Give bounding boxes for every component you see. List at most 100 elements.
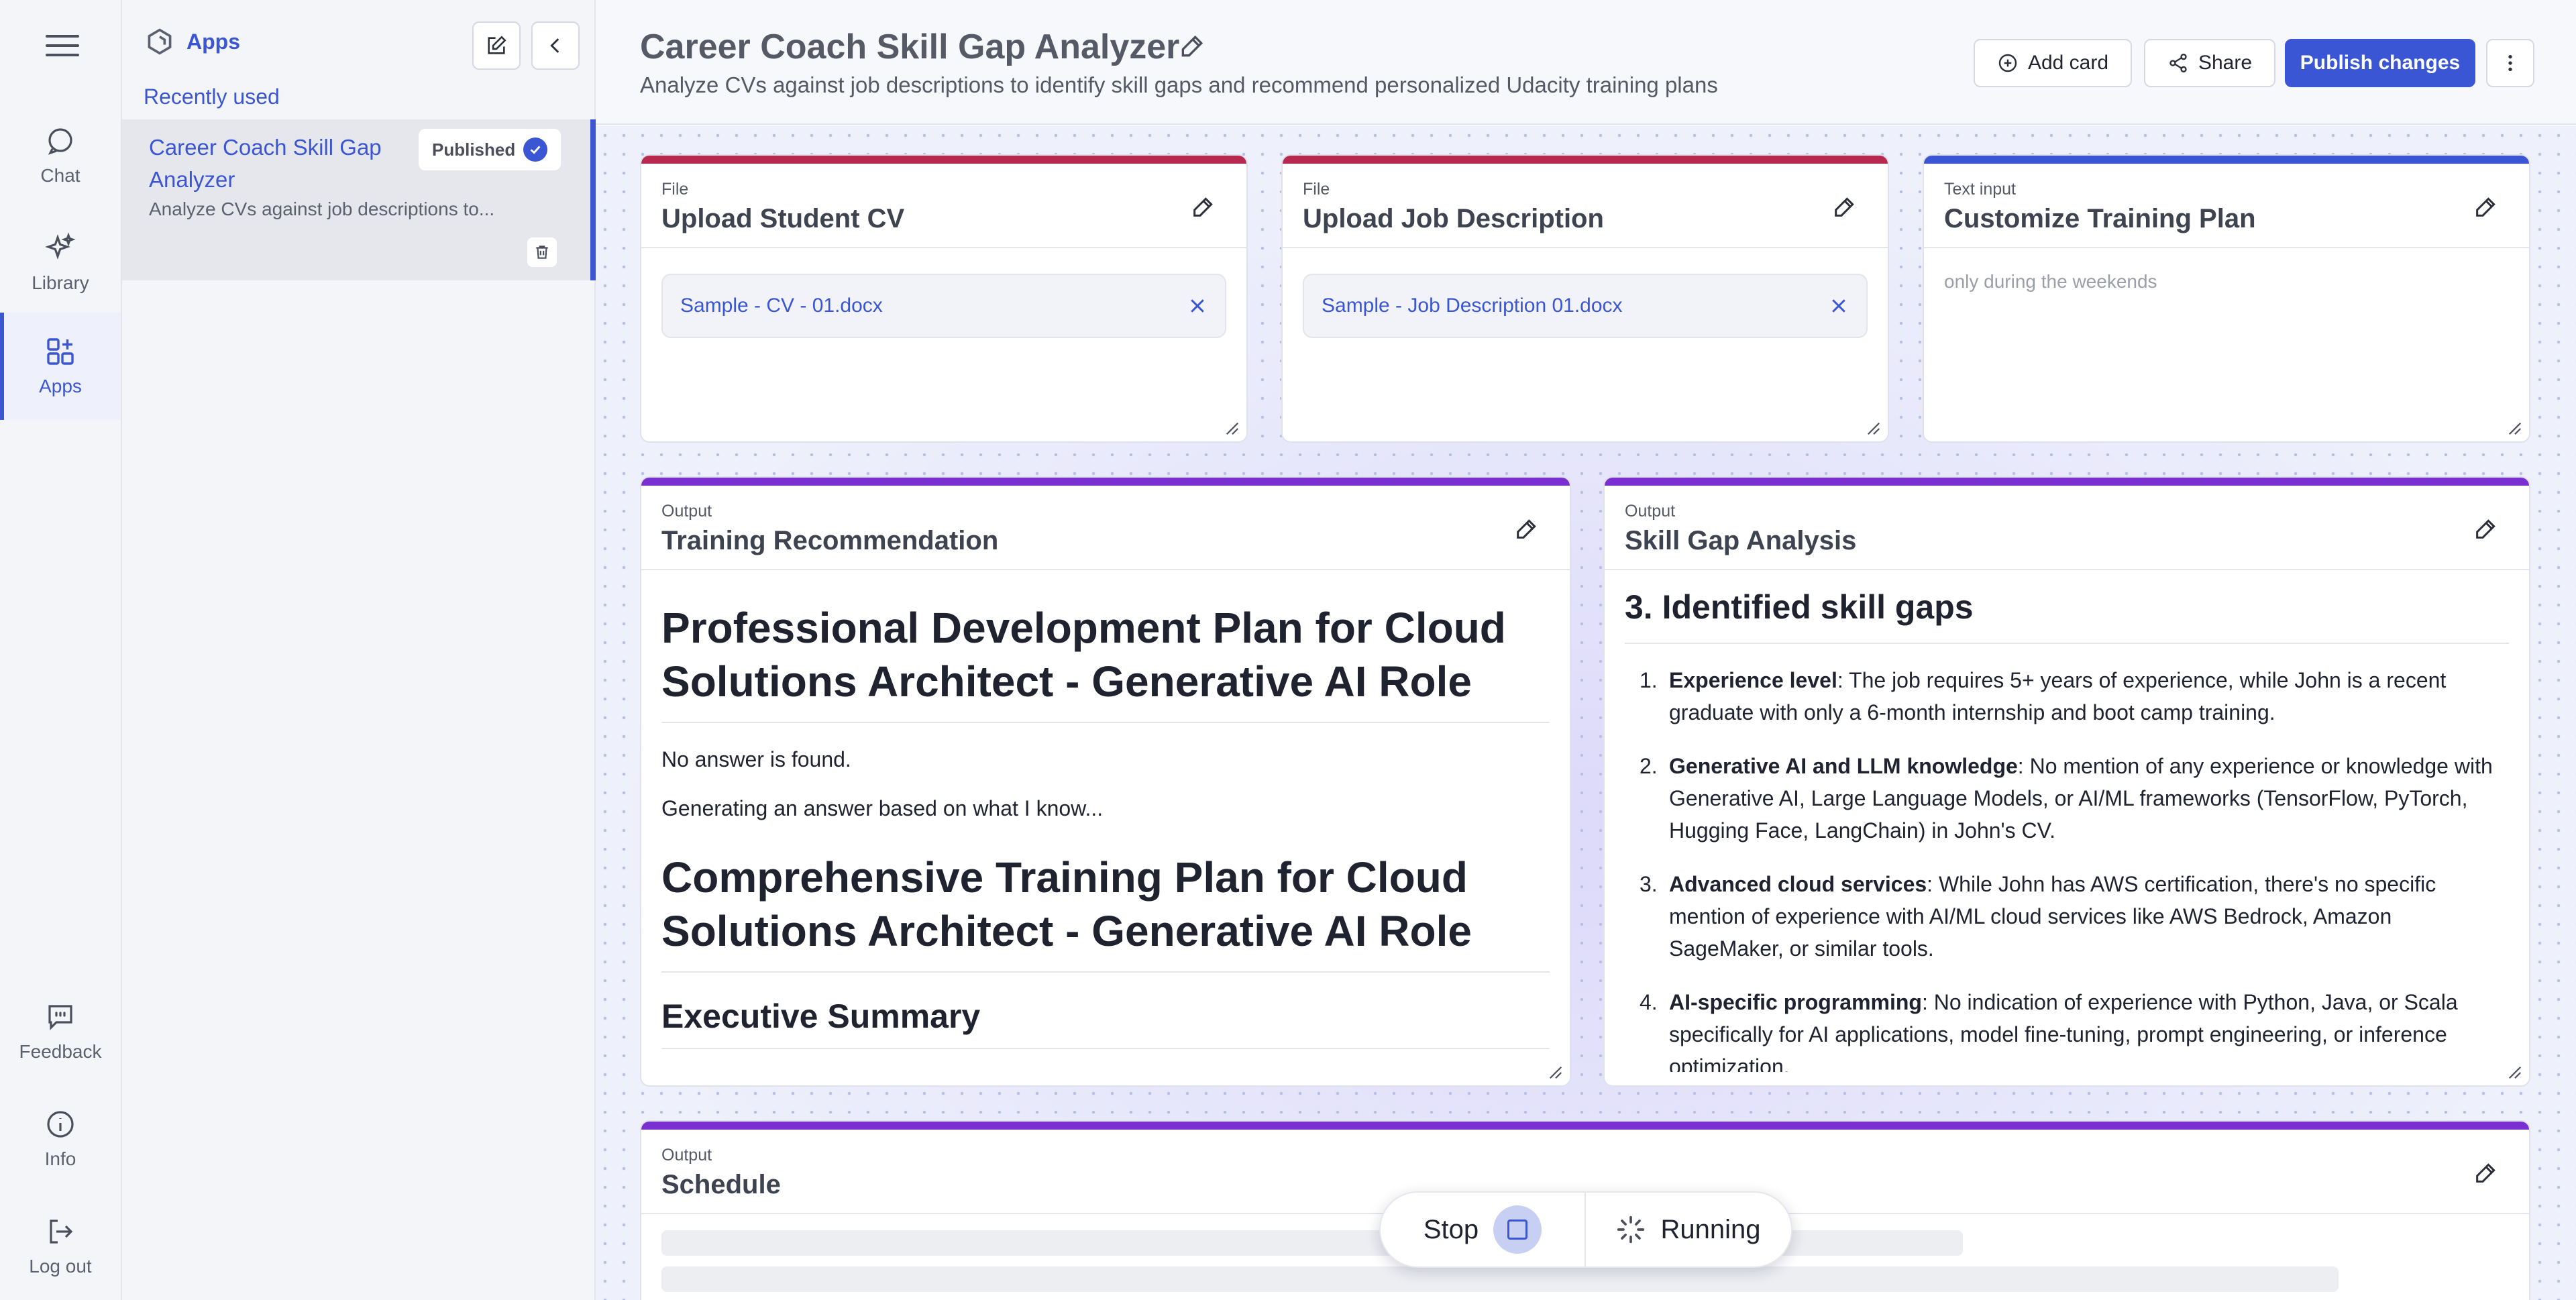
- resize-handle-icon[interactable]: [1866, 421, 1881, 436]
- card-type-label: File: [661, 180, 689, 199]
- edit-card-icon[interactable]: [1831, 193, 1858, 220]
- output-subheading: 3. Identified skill gaps: [1625, 588, 2509, 644]
- card-title: Schedule: [661, 1170, 781, 1199]
- page-title: Career Coach Skill Gap Analyzer: [640, 28, 1180, 66]
- share-label: Share: [2198, 52, 2253, 74]
- list-item: 3. Advanced cloud services: While John ha…: [1625, 868, 2509, 965]
- rail-item-label: Log out: [29, 1256, 92, 1277]
- rail-item-apps[interactable]: Apps: [0, 313, 121, 420]
- customize-training-plan-card: Text input Customize Training Plan only …: [1923, 154, 2530, 443]
- edit-card-icon[interactable]: [2473, 515, 2500, 542]
- add-card-label: Add card: [2027, 52, 2109, 74]
- rail-item-info[interactable]: Info: [0, 1085, 121, 1193]
- rail-item-library[interactable]: Library: [0, 209, 121, 317]
- list-number: 4.: [1640, 990, 1658, 1014]
- output-paragraph: No answer is found.: [661, 747, 851, 771]
- edit-card-icon[interactable]: [1190, 193, 1217, 220]
- publish-changes-button[interactable]: Publish changes: [2285, 39, 2475, 87]
- gap-title: AI-specific programming: [1669, 990, 1922, 1014]
- resize-handle-icon[interactable]: [1548, 1065, 1563, 1080]
- skill-gap-list: 1. Experience level: The job requires 5+ …: [1625, 664, 2509, 1072]
- recently-used-heading: Recently used: [144, 85, 280, 109]
- info-icon: [47, 1111, 74, 1138]
- chat-icon: [48, 128, 72, 155]
- add-card-button[interactable]: Add card: [1974, 39, 2132, 87]
- list-number: 2.: [1640, 754, 1658, 778]
- edit-title-icon[interactable]: [1178, 31, 1208, 60]
- nav-rail: Chat Library Apps Feedback Info Log out: [0, 0, 122, 1300]
- output-heading: Comprehensive Training Plan for Cloud So…: [661, 851, 1550, 973]
- file-name: Sample - Job Description 01.docx: [1322, 294, 1623, 317]
- sparkle-icon: [45, 232, 76, 260]
- uploaded-file-chip: Sample - CV - 01.docx: [661, 274, 1226, 338]
- card-type-label: Output: [1625, 502, 1676, 521]
- card-title: Upload Student CV: [661, 204, 905, 233]
- stop-button[interactable]: Stop: [1381, 1193, 1586, 1266]
- card-accent-bar: [641, 478, 1570, 486]
- card-type-label: Text input: [1944, 180, 2017, 199]
- stop-icon: [1493, 1205, 1542, 1254]
- loading-skeleton: [661, 1266, 2339, 1292]
- resize-handle-icon[interactable]: [1225, 421, 1240, 436]
- share-button[interactable]: Share: [2144, 39, 2275, 87]
- resize-handle-icon[interactable]: [2508, 421, 2522, 436]
- apps-panel: Apps Recently used Career Coach Skill Ga…: [122, 0, 596, 1300]
- page-subtitle: Analyze CVs against job descriptions to …: [640, 72, 1718, 97]
- panel-header: Apps: [145, 27, 240, 56]
- rail-item-label: Library: [32, 272, 89, 293]
- card-canvas: File Upload Student CV Sample - CV - 01.…: [596, 126, 2576, 1300]
- remove-file-icon[interactable]: [1187, 296, 1208, 316]
- panel-title: Apps: [186, 29, 240, 54]
- badge-label: Published: [432, 139, 516, 160]
- card-title: Skill Gap Analysis: [1625, 526, 1857, 555]
- check-badge-icon: [523, 138, 548, 162]
- card-accent-bar: [1605, 478, 2529, 486]
- divider: [1924, 247, 2529, 248]
- more-options-button[interactable]: [2486, 39, 2534, 87]
- card-accent-bar: [641, 1122, 2529, 1130]
- delete-app-button[interactable]: [527, 237, 557, 267]
- upload-job-description-card: File Upload Job Description Sample - Job…: [1281, 154, 1889, 443]
- output-content: Professional Development Plan for Cloud …: [661, 582, 1550, 1072]
- app-list-item[interactable]: Career Coach Skill Gap Analyzer Publishe…: [122, 119, 596, 280]
- training-plan-text-input[interactable]: only during the weekends: [1944, 271, 2157, 292]
- trash-icon: [536, 246, 548, 259]
- edit-card-icon[interactable]: [1513, 515, 1540, 542]
- new-app-button[interactable]: [472, 21, 521, 70]
- more-vertical-icon: [2508, 55, 2512, 71]
- chevron-left-icon: [550, 38, 559, 53]
- menu-icon[interactable]: [46, 35, 79, 62]
- rail-item-feedback[interactable]: Feedback: [0, 978, 121, 1085]
- gap-title: Generative AI and LLM knowledge: [1669, 754, 2018, 778]
- edit-square-icon: [488, 36, 506, 54]
- card-title: Customize Training Plan: [1944, 204, 2256, 233]
- running-status: Running: [1586, 1193, 1791, 1266]
- rail-item-chat[interactable]: Chat: [0, 102, 121, 209]
- remove-file-icon[interactable]: [1829, 296, 1849, 316]
- collapse-panel-button[interactable]: [531, 21, 580, 70]
- plus-circle-icon: [1998, 54, 2017, 72]
- resize-handle-icon[interactable]: [2508, 1065, 2522, 1080]
- logout-icon: [50, 1220, 73, 1244]
- card-accent-bar: [1283, 156, 1888, 164]
- edit-card-icon[interactable]: [2473, 1159, 2500, 1186]
- rail-item-label: Apps: [39, 376, 82, 396]
- divider: [1283, 247, 1888, 248]
- divider: [641, 569, 1570, 570]
- list-number: 1.: [1640, 668, 1658, 692]
- card-accent-bar: [1924, 156, 2529, 164]
- divider: [1605, 569, 2529, 570]
- output-content: 3. Identified skill gaps 1. Experience le…: [1625, 582, 2509, 1072]
- stop-label: Stop: [1423, 1214, 1479, 1244]
- run-control-bar: Stop Running: [1379, 1191, 1792, 1268]
- rail-item-logout[interactable]: Log out: [0, 1193, 121, 1300]
- card-type-label: Output: [661, 1146, 712, 1164]
- list-item: 4. AI-specific programming: No indication…: [1625, 986, 2509, 1072]
- card-title: Upload Job Description: [1303, 204, 1604, 233]
- upload-cv-card: File Upload Student CV Sample - CV - 01.…: [640, 154, 1248, 443]
- edit-card-icon[interactable]: [2473, 193, 2500, 220]
- rail-item-label: Info: [44, 1148, 76, 1169]
- app-name: Career Coach Skill Gap Analyzer: [149, 135, 382, 192]
- file-name: Sample - CV - 01.docx: [680, 294, 883, 317]
- card-accent-bar: [641, 156, 1246, 164]
